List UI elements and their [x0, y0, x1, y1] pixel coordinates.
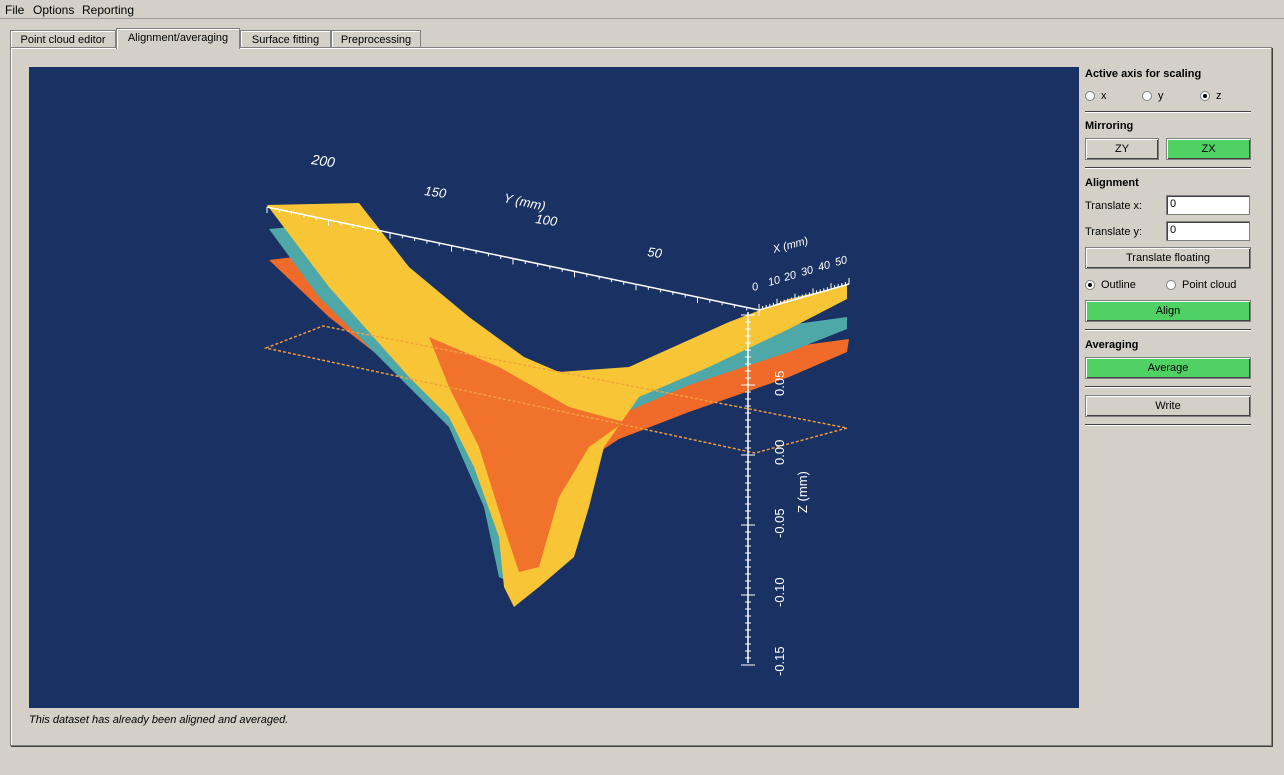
- tab-alignment-averaging[interactable]: Alignment/averaging: [116, 28, 240, 49]
- radio-axis-z-label: z: [1216, 90, 1222, 102]
- x-tick-30: 30: [800, 264, 816, 279]
- radio-axis-y[interactable]: y: [1142, 90, 1164, 102]
- menu-reporting[interactable]: Reporting: [82, 3, 134, 17]
- separator: [1085, 424, 1251, 426]
- x-tick-10: 10: [767, 274, 783, 289]
- translate-x-input[interactable]: 0: [1166, 195, 1250, 215]
- write-button[interactable]: Write: [1085, 395, 1251, 417]
- z-tick--0.05: -0.05: [772, 508, 787, 538]
- mirroring-title: Mirroring: [1085, 120, 1134, 132]
- average-button[interactable]: Average: [1085, 357, 1251, 379]
- y-tick-200: 200: [310, 151, 337, 170]
- point-cloud-3d-view[interactable]: 200 150 Y (mm) 100 50 X (mm) 0 10 20 30 …: [29, 67, 1079, 708]
- radio-axis-y-label: y: [1158, 90, 1164, 102]
- y-tick-50: 50: [647, 244, 664, 261]
- x-tick-0: 0: [751, 280, 761, 293]
- radio-axis-z[interactable]: z: [1200, 90, 1222, 102]
- z-tick-0.00: 0.00: [772, 440, 787, 465]
- radio-point-cloud[interactable]: Point cloud: [1166, 279, 1236, 291]
- translate-y-input[interactable]: 0: [1166, 221, 1250, 241]
- status-message: This dataset has already been aligned an…: [29, 714, 289, 726]
- align-button[interactable]: Align: [1085, 300, 1251, 322]
- radio-outline[interactable]: Outline: [1085, 279, 1136, 291]
- averaging-title: Averaging: [1085, 339, 1139, 351]
- menu-bar: File Options Reporting: [0, 0, 1284, 19]
- x-tick-50: 50: [834, 254, 850, 269]
- point-clouds: [267, 203, 849, 607]
- translate-floating-button[interactable]: Translate floating: [1085, 247, 1251, 269]
- plot-canvas[interactable]: 200 150 Y (mm) 100 50 X (mm) 0 10 20 30 …: [29, 67, 1079, 708]
- z-tick-0.05: 0.05: [772, 371, 787, 396]
- z-axis-label: Z (mm): [795, 471, 810, 513]
- radio-dot-selected[interactable]: [1200, 91, 1210, 101]
- radio-dot[interactable]: [1166, 280, 1176, 290]
- radio-point-cloud-label: Point cloud: [1182, 279, 1237, 291]
- radio-axis-x-label: x: [1101, 90, 1107, 102]
- separator: [1085, 386, 1251, 388]
- alignment-title: Alignment: [1085, 177, 1139, 189]
- mirror-zx-button[interactable]: ZX: [1166, 138, 1251, 160]
- menu-options[interactable]: Options: [33, 3, 74, 17]
- y-axis-label: Y (mm): [502, 190, 547, 213]
- radio-axis-x[interactable]: x: [1085, 90, 1107, 102]
- translate-x-label: Translate x:: [1085, 200, 1143, 212]
- z-tick--0.10: -0.10: [772, 577, 787, 607]
- separator: [1085, 329, 1251, 331]
- radio-dot[interactable]: [1142, 91, 1152, 101]
- y-tick-100: 100: [535, 211, 559, 229]
- radio-outline-label: Outline: [1101, 279, 1136, 291]
- x-tick-20: 20: [782, 269, 799, 284]
- radio-dot[interactable]: [1085, 91, 1095, 101]
- y-tick-150: 150: [424, 183, 448, 201]
- mirror-zy-button[interactable]: ZY: [1085, 138, 1159, 160]
- z-tick--0.15: -0.15: [772, 646, 787, 676]
- radio-dot-selected[interactable]: [1085, 280, 1095, 290]
- separator: [1085, 111, 1251, 113]
- x-tick-40: 40: [817, 259, 833, 274]
- separator: [1085, 167, 1251, 169]
- translate-y-label: Translate y:: [1085, 226, 1143, 238]
- menu-file[interactable]: File: [5, 3, 24, 17]
- x-axis-label: X (mm): [771, 235, 810, 256]
- scaling-title: Active axis for scaling: [1085, 68, 1202, 80]
